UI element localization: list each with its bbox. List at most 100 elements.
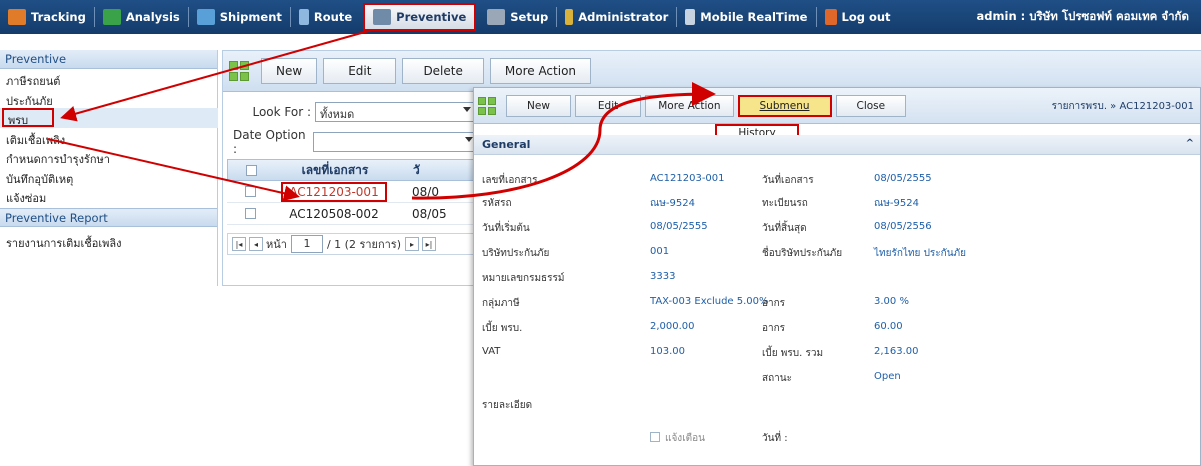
column-header-doc[interactable]: เลขที่เอกสาร: [265, 161, 405, 180]
sidebar-item-maintenance-schedule[interactable]: กำหนดการบำรุงรักษา: [0, 147, 217, 167]
insurer-name-value: ไทยรักไทย ประกันภัย: [874, 248, 966, 259]
doc-date-label: วันที่เอกสาร: [762, 175, 814, 186]
car-code-label: รหัสรถ: [482, 198, 512, 209]
premium-label: เบี้ย พรบ.: [482, 323, 523, 334]
more-action-button[interactable]: More Action: [489, 58, 592, 84]
duty-amount-label: อากร: [762, 323, 786, 334]
detail-toolbar: New Edit More Action Submenu Close รายกา…: [474, 88, 1200, 124]
plate-value: ณษ-9524: [874, 198, 919, 209]
sidebar-section-preventive-report[interactable]: Preventive Report: [0, 207, 217, 227]
top-navigation-bar: Tracking Analysis Shipment Route Prevent…: [0, 0, 1201, 34]
table-row[interactable]: AC120508-002 08/05: [227, 203, 482, 225]
grid-icon: [229, 61, 249, 81]
car-code-value: ณษ-9524: [650, 198, 695, 209]
close-button[interactable]: Close: [835, 94, 907, 117]
first-page-icon[interactable]: |◂: [232, 237, 246, 251]
table-header: เลขที่เอกสาร วั: [227, 159, 482, 181]
total-value: 2,163.00: [874, 346, 919, 357]
sidebar-item-insurance[interactable]: ประกันภัย: [0, 89, 217, 109]
nav-administrator[interactable]: Administrator: [557, 0, 676, 34]
premium-value: 2,000.00: [650, 321, 695, 332]
table-row[interactable]: AC121203-001 08/0: [227, 181, 482, 203]
mobile-icon: [685, 9, 696, 25]
nav-logout[interactable]: Log out: [817, 0, 899, 34]
sidebar-item-label: พรบ: [2, 108, 54, 127]
sidebar-item-compulsory-insurance[interactable]: พรบ: [0, 108, 218, 128]
grid-icon: [478, 96, 496, 115]
end-date-label: วันที่สิ้นสุด: [762, 223, 807, 234]
date-option-select[interactable]: [313, 132, 477, 152]
preventive-icon: [373, 9, 392, 25]
detail-label: รายละเอียด: [482, 400, 533, 411]
general-section-header[interactable]: General ^: [474, 135, 1200, 155]
page-total: / 1 (2 รายการ): [326, 238, 402, 251]
nav-preventive[interactable]: Preventive: [363, 3, 477, 31]
new-button[interactable]: New: [261, 58, 318, 84]
nav-mobile-realtime[interactable]: Mobile RealTime: [677, 0, 815, 34]
doc-no-value: AC121203-001: [650, 173, 725, 184]
policy-value: 3333: [650, 271, 676, 282]
vat-value: 103.00: [650, 346, 685, 357]
nav-analysis[interactable]: Analysis: [95, 0, 188, 34]
detail-edit-button[interactable]: Edit: [574, 94, 642, 117]
detail-new-button[interactable]: New: [506, 94, 571, 117]
start-date-label: วันที่เริ่มต้น: [482, 223, 530, 234]
submenu-button[interactable]: Submenu: [737, 94, 832, 117]
nav-route[interactable]: Route: [291, 0, 360, 34]
route-icon: [298, 9, 309, 25]
pagination: |◂ ◂ หน้า 1 / 1 (2 รายการ) ▸ ▸|: [227, 233, 482, 255]
duty-pct-value: 3.00 %: [874, 296, 909, 307]
select-all-checkbox[interactable]: [246, 164, 257, 176]
duty-amount-value: 60.00: [874, 321, 903, 332]
vat-label: VAT: [482, 346, 501, 357]
look-for-label: Look For :: [252, 105, 311, 119]
edit-button[interactable]: Edit: [323, 58, 397, 84]
doc-date: 08/05: [412, 206, 447, 221]
doc-date-value: 08/05/2555: [874, 173, 932, 184]
doc-number[interactable]: AC120508-002: [264, 207, 404, 221]
row-checkbox[interactable]: [245, 186, 256, 197]
page-input[interactable]: 1: [290, 235, 323, 253]
next-page-icon[interactable]: ▸: [405, 237, 420, 251]
remind-checkbox[interactable]: [650, 432, 660, 442]
doc-no-label: เลขที่เอกสาร: [482, 175, 538, 186]
left-sidebar: Preventive ภาษีรถยนต์ ประกันภัย พรบ เติม…: [0, 50, 218, 286]
sidebar-item-repair-request[interactable]: แจ้งซ่อม: [0, 186, 217, 206]
sidebar-item-fuel[interactable]: เติมเชื้อเพลิง: [0, 128, 217, 148]
doc-date: 08/0: [412, 184, 439, 199]
chevron-up-icon[interactable]: ^: [1186, 138, 1194, 149]
document-table: เลขที่เอกสาร วั AC121203-001 08/0 AC1205…: [227, 159, 482, 255]
column-header-date[interactable]: วั: [405, 161, 420, 180]
sidebar-item-fuel-report[interactable]: รายงานการเติมเชื้อเพลิง: [0, 231, 217, 251]
chevron-down-icon: [463, 107, 471, 112]
page-label: หน้า: [266, 238, 287, 251]
duty-label: อากร: [762, 298, 786, 309]
remind-label: แจ้งเตือน: [665, 433, 705, 444]
sidebar-item-accident-log[interactable]: บันทึกอุบัติเหตุ: [0, 167, 217, 187]
start-date-value: 08/05/2555: [650, 221, 708, 232]
delete-button[interactable]: Delete: [402, 58, 484, 84]
plate-label: ทะเบียนรถ: [762, 198, 808, 209]
look-for-select[interactable]: ทั้งหมด: [315, 102, 475, 122]
analysis-icon: [102, 9, 121, 25]
status-label: สถานะ: [762, 373, 792, 384]
nav-shipment[interactable]: Shipment: [189, 0, 290, 34]
user-info: admin : บริษัท โปรซอฟท์ คอมเทค จำกัด: [976, 9, 1189, 23]
breadcrumb: รายการพรบ. » AC121203-001: [1051, 101, 1194, 112]
row-checkbox[interactable]: [245, 208, 256, 219]
sidebar-item-vehicle-tax[interactable]: ภาษีรถยนต์: [0, 69, 217, 89]
detail-more-action-button[interactable]: More Action: [645, 94, 734, 117]
nav-tracking[interactable]: Tracking: [0, 0, 94, 34]
remind-date-label: วันที่ :: [762, 433, 788, 444]
shipment-icon: [196, 9, 215, 25]
prev-page-icon[interactable]: ◂: [249, 237, 263, 251]
sidebar-section-preventive[interactable]: Preventive: [0, 50, 217, 69]
nav-setup[interactable]: Setup: [479, 0, 556, 34]
end-date-value: 08/05/2556: [874, 221, 932, 232]
doc-number-link[interactable]: AC121203-001: [281, 181, 387, 202]
policy-label: หมายเลขกรมธรรม์: [482, 273, 565, 284]
detail-window: New Edit More Action Submenu Close รายกา…: [473, 87, 1201, 466]
last-page-icon[interactable]: ▸|: [422, 237, 437, 251]
date-option-label: Date Option :: [233, 128, 306, 156]
chevron-down-icon: [465, 137, 473, 142]
